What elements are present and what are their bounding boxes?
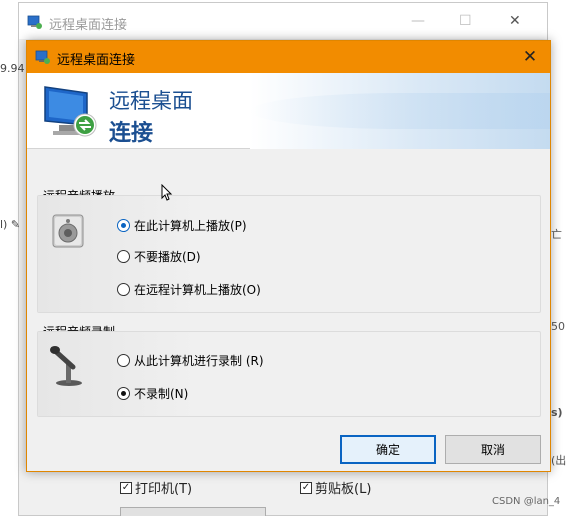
remote-desktop-icon: [35, 50, 50, 64]
remote-desktop-icon: [27, 15, 42, 29]
printer-checkbox-row[interactable]: ✓ 打印机(T): [120, 478, 192, 497]
background-button[interactable]: [120, 507, 266, 516]
record-from-this-computer-option[interactable]: 从此计算机进行录制 (R): [117, 352, 264, 369]
background-close-button[interactable]: ✕: [509, 13, 521, 29]
play-on-remote-computer-option[interactable]: 在远程计算机上播放(O): [117, 281, 261, 298]
speaker-icon: [52, 214, 84, 248]
ok-button[interactable]: 确定: [340, 435, 436, 464]
background-titlebar: 远程桌面连接 — ☐ ✕: [19, 3, 547, 39]
option-label: 在远程计算机上播放(O): [134, 283, 261, 297]
dialog-banner: 远程桌面 连接: [27, 73, 550, 149]
radio-button[interactable]: [117, 219, 130, 232]
minimize-button[interactable]: —: [411, 13, 425, 29]
close-button[interactable]: ✕: [510, 41, 550, 73]
printer-checkbox[interactable]: ✓: [120, 481, 132, 494]
right-edge-text: s): [551, 406, 563, 419]
option-label: 在此计算机上播放(P): [134, 219, 247, 233]
clipboard-checkbox-label: 剪贴板(L): [315, 482, 372, 497]
playback-group: [37, 195, 541, 313]
banner-title-line1: 远程桌面: [109, 89, 193, 113]
left-edge-text: l) ✎: [0, 218, 21, 231]
microphone-icon: [50, 346, 82, 386]
dialog-title: 远程桌面连接: [57, 53, 136, 68]
left-edge-text: 9.94: [0, 62, 25, 75]
radio-button[interactable]: [117, 354, 130, 367]
radio-button[interactable]: [117, 283, 130, 296]
do-not-play-option[interactable]: 不要播放(D): [117, 248, 201, 265]
clipboard-checkbox[interactable]: ✓: [300, 481, 312, 494]
option-label: 从此计算机进行录制 (R): [134, 354, 264, 368]
recording-group: [37, 331, 541, 417]
do-not-record-option[interactable]: 不录制(N): [117, 385, 188, 402]
watermark: CSDN @lan_4: [492, 496, 561, 507]
dialog-titlebar: 远程桌面连接 ✕: [27, 41, 550, 73]
right-edge-text: (出: [551, 454, 567, 467]
option-label: 不录制(N): [134, 387, 189, 401]
mouse-cursor-icon: [161, 184, 173, 201]
right-edge-text: 50: [551, 320, 565, 333]
banner-decoration: [250, 73, 550, 149]
cancel-button[interactable]: 取消: [445, 435, 541, 464]
right-edge-strip: [548, 0, 574, 516]
clipboard-checkbox-row[interactable]: ✓ 剪贴板(L): [300, 478, 371, 497]
close-icon: ✕: [522, 47, 538, 67]
remote-desktop-logo-icon: [44, 86, 97, 137]
maximize-button[interactable]: ☐: [459, 13, 472, 29]
play-on-this-computer-option[interactable]: 在此计算机上播放(P): [117, 217, 247, 234]
left-edge-strip: [0, 0, 18, 516]
radio-button[interactable]: [117, 250, 130, 263]
banner-title-line2: 连接: [109, 121, 154, 146]
remote-audio-dialog: 远程桌面连接 ✕ 远程桌面 连接 远程音频播放 在此计算机上播放(P): [26, 40, 551, 472]
option-label: 不要播放(D): [134, 250, 201, 264]
right-edge-text: 亡: [551, 228, 562, 241]
background-title: 远程桌面连接: [49, 18, 128, 33]
printer-checkbox-label: 打印机(T): [135, 482, 193, 497]
radio-button[interactable]: [117, 387, 130, 400]
